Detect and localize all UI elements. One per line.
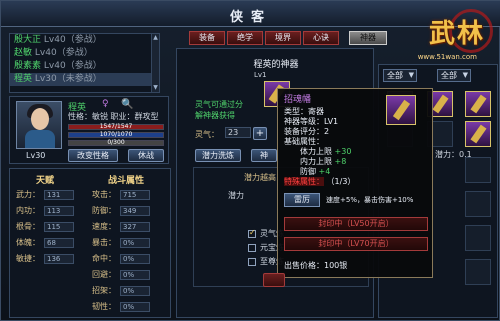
battle-row: 回避： 0% (92, 269, 150, 280)
tip-item-name: 招魂幡 (284, 95, 312, 105)
seal-slot-1: 封印中（LV50开启） (284, 217, 428, 231)
artifact-level: Lv1 (254, 71, 267, 79)
inventory-slot[interactable] (465, 191, 491, 217)
lingqi-label: 灵气： (195, 130, 219, 139)
chevron-down-icon: ▼ (462, 71, 468, 79)
xp-bar: 0/300 (68, 139, 164, 146)
logo-text: 武林 (428, 19, 485, 49)
battle-row: 速度： 327 (92, 221, 150, 232)
talent-row: 武力： 131 (16, 189, 74, 200)
character-card: Lv30 程英 ♀ 🔍 性格：敏锐 职业：群攻型 1547/1547 1070/… (9, 96, 169, 164)
tip-level: 神器等级：LV1 (284, 117, 339, 126)
inventory-slot[interactable] (465, 225, 491, 251)
list-item-selected[interactable]: 程英 Lv30（未参战） (10, 73, 158, 86)
refine-title: 潜力越高 (244, 173, 276, 182)
tab-potential-refine[interactable]: 潜力洗炼 (195, 149, 241, 162)
tip-special: 特殊属性： （1/3） (284, 177, 356, 186)
add-lingqi-button[interactable]: + (253, 127, 267, 140)
option-check[interactable] (248, 258, 256, 266)
tip-attr-1: 体力上限 +30 (300, 147, 352, 156)
tip-score: 装备评分：2 (284, 127, 330, 136)
battle-row: 暴击： 0% (92, 237, 150, 248)
inventory-slot[interactable] (465, 91, 491, 117)
tip-base: 基础属性： (284, 137, 324, 146)
option-check[interactable] (248, 228, 256, 238)
scroll-up-icon[interactable]: ▲ (152, 34, 159, 42)
effect-text: 速度+5%，暴击伤害+10% (326, 196, 414, 204)
battle-row: 攻击： 715 (92, 189, 150, 200)
talent-heading: 天赋 (36, 176, 55, 186)
battle-row: 招架： 0% (92, 285, 150, 296)
battle-row: 韧性： 0% (92, 301, 150, 312)
character-level: Lv30 (26, 151, 46, 160)
tab-artifact[interactable]: 神器 (349, 31, 387, 45)
game-logo: 武林 www.51wan.com (399, 7, 495, 69)
hp-bar: 1547/1547 (68, 123, 164, 130)
hero-list: 殷大正 Lv40（参战） 赵敏 Lv40（参战） 殷素素 Lv40（参战） 程英… (9, 33, 159, 93)
refine-potential-label: 潜力 (228, 191, 244, 200)
avatar (16, 101, 62, 149)
talent-row: 体魄： 68 (16, 237, 74, 248)
inventory-slot[interactable] (465, 121, 491, 147)
inventory-slot[interactable] (465, 259, 491, 285)
change-trait-button[interactable]: 改变性格 (68, 149, 118, 162)
list-scrollbar[interactable]: ▲ ▼ (151, 33, 160, 93)
talent-row: 根骨： 115 (16, 221, 74, 232)
inventory-slot[interactable] (465, 157, 491, 183)
magnify-icon[interactable]: 🔍 (121, 99, 133, 110)
list-item[interactable]: 赵敏 Lv40（参战） (10, 47, 158, 60)
stats-panel: 天赋 战斗属性 武力： 131 内功： 113 根骨： 115 体魄： 68 敏捷： 13… (9, 168, 171, 318)
filter-select-1[interactable]: 全部 ▼ (383, 69, 417, 82)
list-item[interactable]: 殷大正 Lv40（参战） (10, 34, 158, 47)
avatar-face (31, 108, 49, 130)
scroll-down-icon[interactable]: ▼ (152, 84, 159, 92)
filter-select-2[interactable]: 全部 ▼ (437, 69, 471, 82)
potential-value: 潜力：0.1 (435, 150, 472, 159)
effect-tag: 雷厉 (284, 193, 320, 207)
sell-price: 出售价格：100银 (284, 261, 348, 270)
item-tooltip: 招魂幡 类型：寄器 神器等级：LV1 装备评分：2 基础属性： 体力上限 +30… (277, 88, 433, 278)
lingqi-value: 23 (225, 127, 251, 138)
battle-heading: 战斗属性 (108, 176, 145, 186)
gender-icon: ♀ (102, 99, 109, 109)
mp-bar: 1070/1070 (68, 131, 164, 138)
tab-mind[interactable]: 心诀 (303, 31, 339, 45)
artifact-icon (386, 95, 416, 125)
hero-window: 侠客 武林 www.51wan.com 殷大正 Lv40（参战） 赵敏 Lv40… (0, 0, 500, 321)
tip-attr-3: 防御 +4 (300, 167, 331, 176)
talent-row: 内功： 113 (16, 205, 74, 216)
talent-row: 敏捷： 136 (16, 253, 74, 264)
confirm-button[interactable] (263, 273, 285, 287)
tab-equipment[interactable]: 装备 (189, 31, 225, 45)
avatar-body (25, 130, 55, 148)
tip-attr-2: 内力上限 +8 (300, 157, 347, 166)
lingqi-desc-1: 灵气可通过分 (195, 100, 243, 109)
option-check[interactable] (248, 244, 256, 252)
artifact-title: 程英的神器 (253, 60, 299, 70)
chevron-down-icon: ▼ (408, 71, 414, 79)
seal-slot-2: 封印中（LV70开启） (284, 237, 428, 251)
tab-skills[interactable]: 绝学 (227, 31, 263, 45)
battle-row: 命中： 0% (92, 253, 150, 264)
tab-artifact-other[interactable]: 神 (251, 149, 277, 162)
lingqi-desc-2: 解神器获得 (195, 111, 235, 120)
tip-type: 类型：寄器 (284, 107, 324, 116)
list-item[interactable]: 殷素素 Lv40（参战） (10, 60, 158, 73)
character-traits: 性格：敏锐 职业：群攻型 (68, 112, 159, 121)
rest-button[interactable]: 休战 (128, 149, 164, 162)
tab-realm[interactable]: 境界 (265, 31, 301, 45)
logo-url: www.51wan.com (417, 53, 477, 61)
battle-row: 防御： 349 (92, 205, 150, 216)
